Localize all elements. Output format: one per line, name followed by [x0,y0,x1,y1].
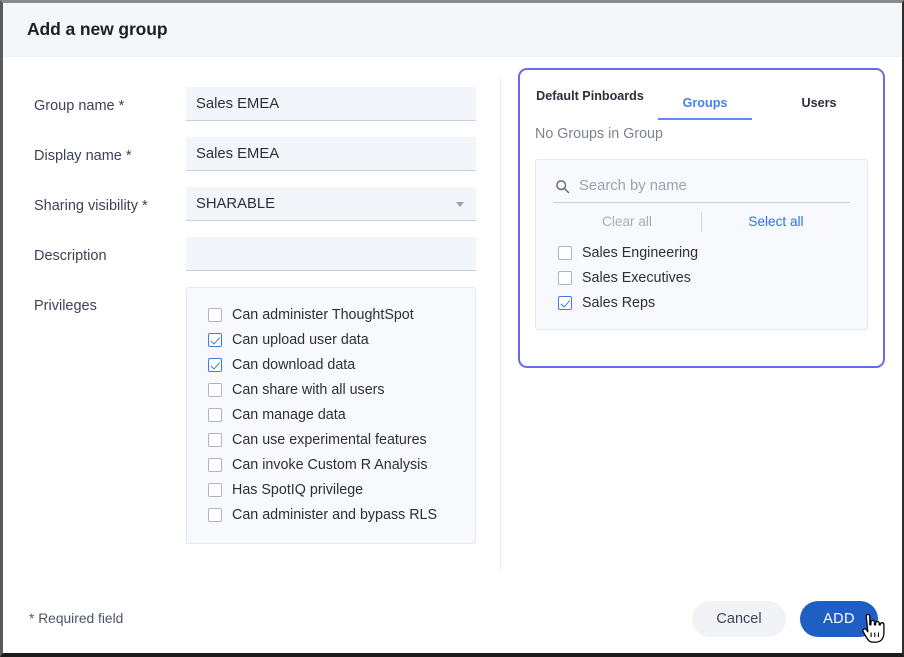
label-group-name: Group name * [34,87,186,114]
tab-users[interactable]: Users [764,89,874,111]
group-name-input[interactable]: Sales EMEA [186,87,476,121]
label-display-name: Display name * [34,137,186,164]
form-row-group-name: Group name * Sales EMEA [3,87,500,121]
label-sharing-visibility: Sharing visibility * [34,187,186,214]
privilege-label: Can administer ThoughtSpot [232,307,414,323]
description-input[interactable] [186,237,476,271]
search-icon [555,179,570,194]
privilege-item[interactable]: Can use experimental features [187,427,475,452]
privilege-item[interactable]: Can administer and bypass RLS [187,502,475,527]
select-all-button[interactable]: Select all [702,214,850,229]
sharing-visibility-select[interactable]: SHARABLE [186,187,476,221]
field-wrap-description [186,237,476,271]
privilege-item[interactable]: Can manage data [187,402,475,427]
checkbox-can-administer-thoughtspot[interactable] [208,308,222,322]
privileges-list: Can administer ThoughtSpot Can upload us… [186,287,476,544]
form-row-description: Description [3,237,500,271]
privilege-item[interactable]: Can download data [187,352,475,377]
checkbox-can-share-with-all-users[interactable] [208,383,222,397]
checkbox-sales-executives[interactable] [558,271,572,285]
privilege-label: Has SpotIQ privilege [232,482,363,498]
checkbox-can-download-data[interactable] [208,358,222,372]
privilege-item[interactable]: Can administer ThoughtSpot [187,302,475,327]
privilege-item[interactable]: Has SpotIQ privilege [187,477,475,502]
dialog-header: Add a new group [3,3,902,57]
privilege-label: Can upload user data [232,332,369,348]
cancel-button[interactable]: Cancel [692,601,786,637]
picker-actions: Clear all Select all [553,203,850,240]
add-button[interactable]: ADD [800,601,878,637]
privilege-item[interactable]: Can invoke Custom R Analysis [187,452,475,477]
privilege-label: Can administer and bypass RLS [232,507,437,523]
checkbox-can-use-experimental-features[interactable] [208,433,222,447]
group-label: Sales Engineering [582,245,698,261]
membership-pane: Default Pinboards Groups Users No Groups… [500,57,902,584]
form-row-display-name: Display name * Sales EMEA [3,137,500,171]
form-row-privileges: Privileges Can administer ThoughtSpot Ca… [3,287,500,544]
privilege-item[interactable]: Can upload user data [187,327,475,352]
privilege-label: Can invoke Custom R Analysis [232,457,427,473]
display-name-input[interactable]: Sales EMEA [186,137,476,171]
privilege-label: Can download data [232,357,355,373]
groups-list: Sales Engineering Sales Executives Sales… [536,240,867,315]
privilege-item[interactable]: Can share with all users [187,377,475,402]
checkbox-can-upload-user-data[interactable] [208,333,222,347]
group-label: Sales Executives [582,270,691,286]
group-list-item[interactable]: Sales Engineering [558,240,867,265]
members-tabs: Default Pinboards Groups Users [520,70,883,114]
checkbox-can-manage-data[interactable] [208,408,222,422]
group-label: Sales Reps [582,295,655,311]
checkbox-has-spotiq-privilege[interactable] [208,483,222,497]
required-field-note: * Required field [29,611,123,626]
clear-all-button[interactable]: Clear all [553,214,701,229]
dialog-window: Add a new group Group name * Sales EMEA … [0,0,904,657]
checkbox-sales-reps[interactable] [558,296,572,310]
search-row[interactable]: Search by name [553,170,850,203]
privilege-label: Can manage data [232,407,346,423]
tab-groups[interactable]: Groups [646,89,764,111]
tab-default-pinboards[interactable]: Default Pinboards [534,89,646,104]
group-list-item[interactable]: Sales Executives [558,265,867,290]
label-privileges: Privileges [34,287,186,314]
dialog-footer: * Required field Cancel ADD [3,584,902,653]
checkbox-can-administer-and-bypass-rls[interactable] [208,508,222,522]
group-form: Group name * Sales EMEA Display name * S… [3,57,500,584]
privilege-label: Can use experimental features [232,432,427,448]
privilege-label: Can share with all users [232,382,385,398]
label-description: Description [34,237,186,264]
field-wrap-display-name: Sales EMEA [186,137,476,171]
members-panel: Default Pinboards Groups Users No Groups… [518,68,885,368]
group-list-item[interactable]: Sales Reps [558,290,867,315]
checkbox-sales-engineering[interactable] [558,246,572,260]
form-row-sharing-visibility: Sharing visibility * SHARABLE [3,187,500,221]
group-picker: Search by name Clear all Select all Sale… [535,159,868,330]
dialog-body: Group name * Sales EMEA Display name * S… [3,57,902,584]
field-wrap-group-name: Sales EMEA [186,87,476,121]
checkbox-can-invoke-custom-r-analysis[interactable] [208,458,222,472]
footer-buttons: Cancel ADD [692,601,878,637]
field-wrap-sharing-visibility: SHARABLE [186,187,476,221]
page-title: Add a new group [27,19,167,40]
search-input[interactable]: Search by name [579,178,687,194]
